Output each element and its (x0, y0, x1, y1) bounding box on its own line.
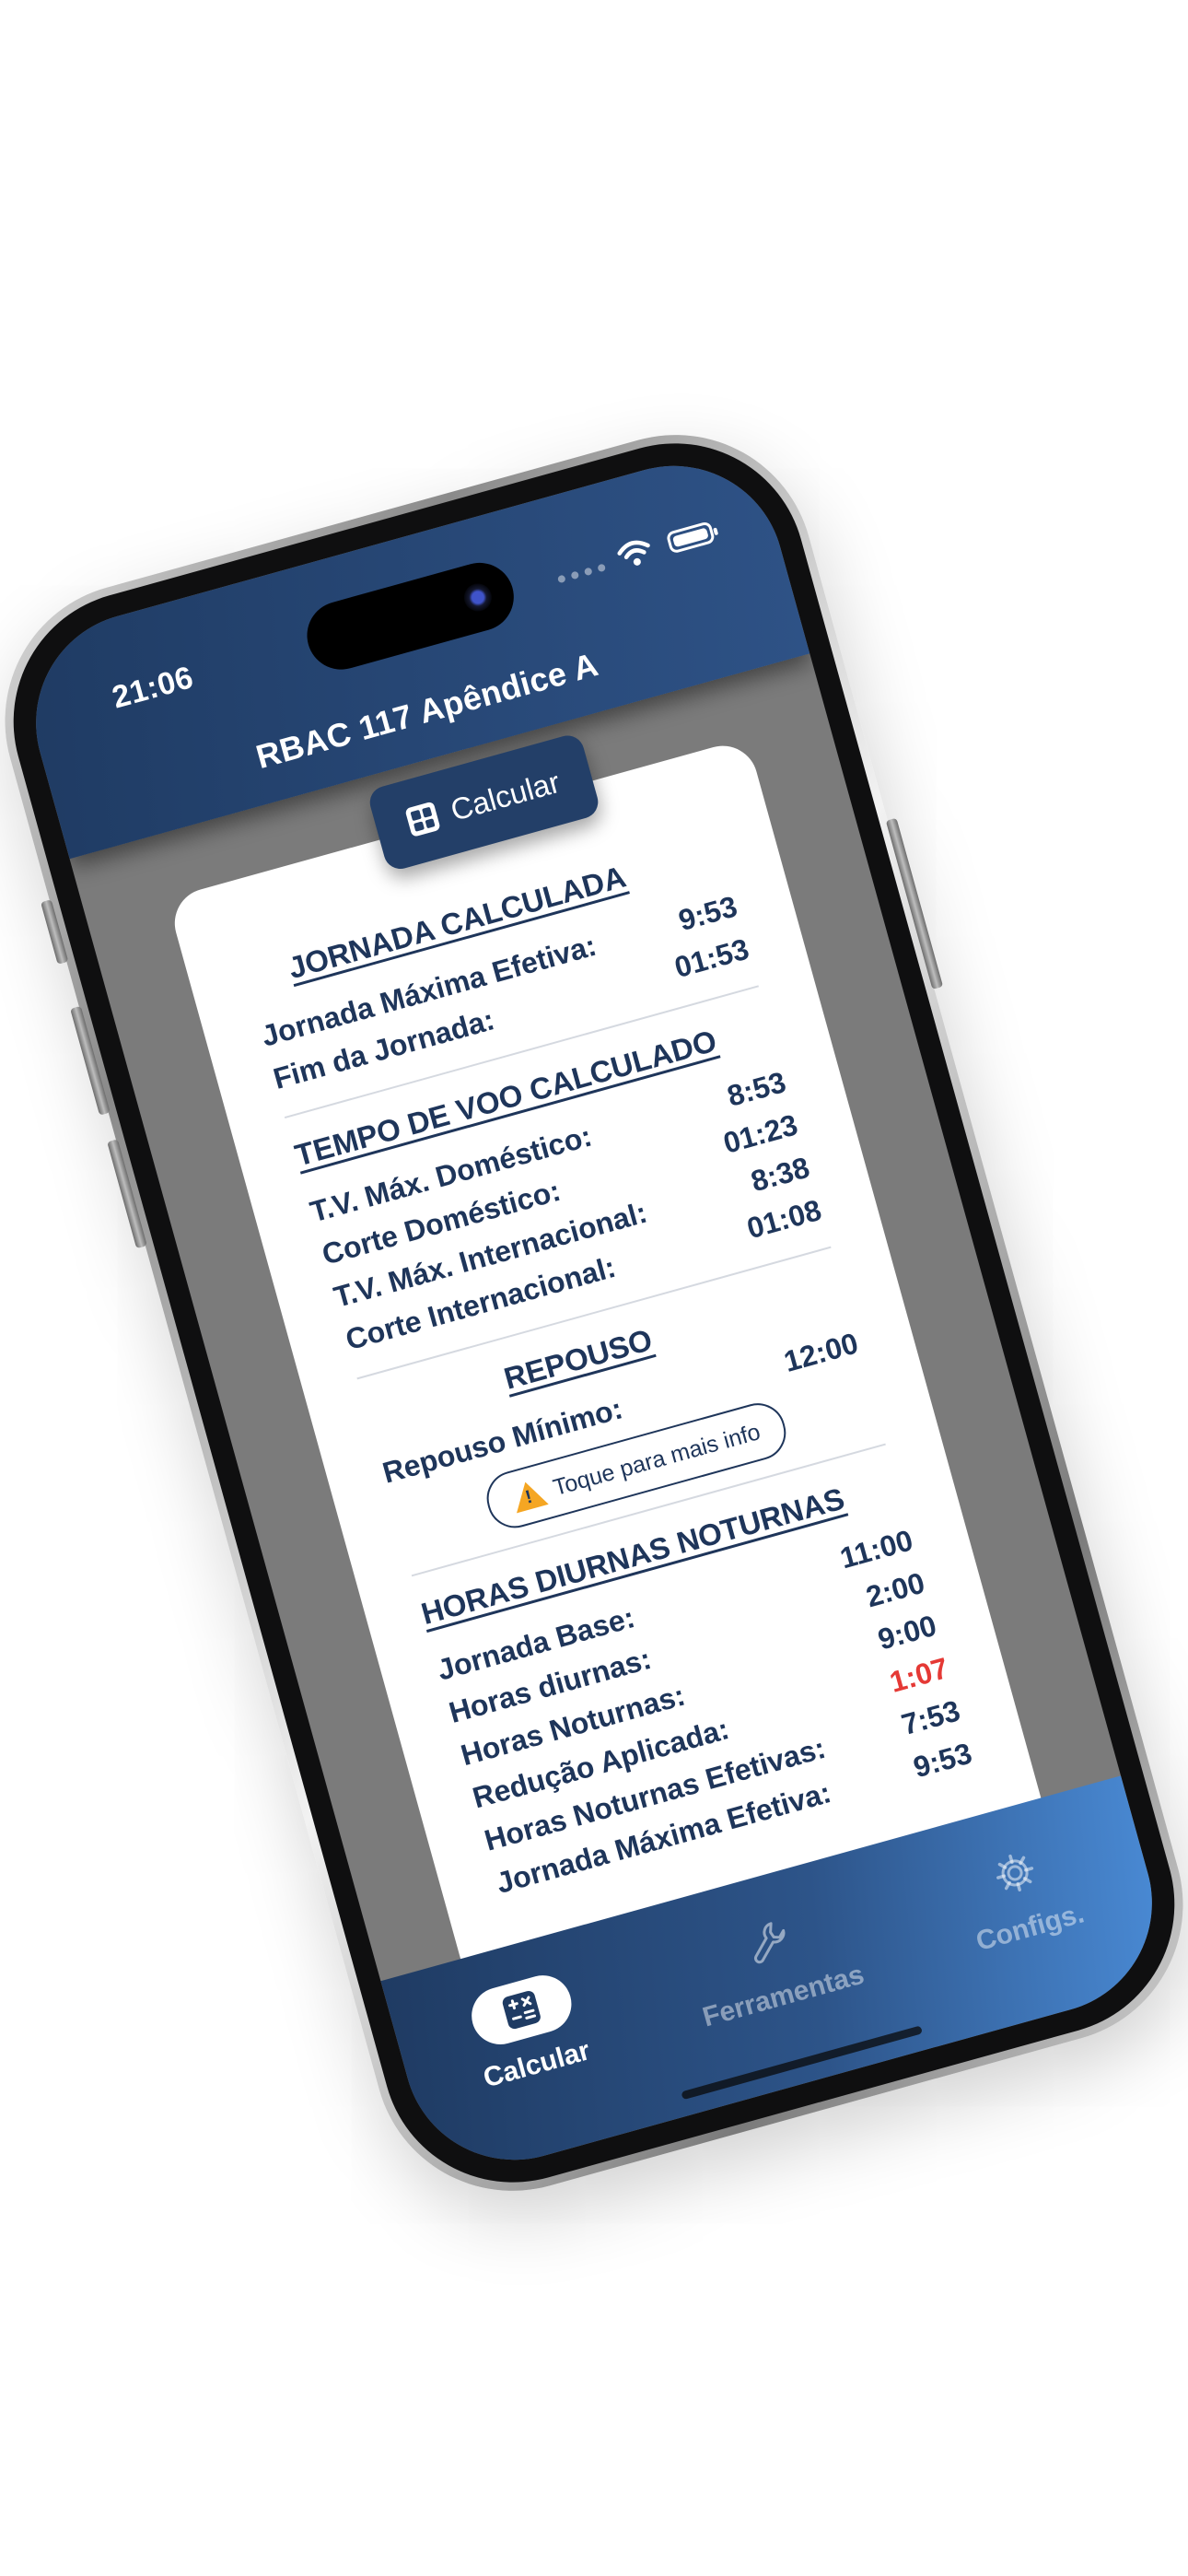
result-value: 12:00 (780, 1326, 862, 1378)
phone-mockup: 21:06 RBAC 117 Apêndice A JORNADA CALCUL… (0, 403, 1188, 2223)
calculator-icon (502, 1991, 541, 2030)
tab-calcular[interactable]: Calcular (416, 1955, 638, 2107)
wrench-icon (754, 1922, 786, 1964)
cellular-signal-icon (556, 563, 607, 584)
status-time: 21:06 (108, 660, 198, 716)
warning-icon (508, 1477, 549, 1514)
stage: 21:06 RBAC 117 Apêndice A JORNADA CALCUL… (0, 0, 1188, 2576)
calculate-button-label: Calcular (447, 764, 564, 827)
front-camera (460, 580, 495, 615)
calculator-icon (404, 801, 442, 837)
wifi-icon (617, 540, 650, 566)
dynamic-island (298, 555, 522, 678)
tab-ferramentas[interactable]: Ferramentas (663, 1887, 885, 2039)
gear-icon (996, 1854, 1034, 1892)
tab-active-indicator (465, 1968, 578, 2052)
battery-icon (665, 521, 716, 555)
tab-label: Ferramentas (699, 1959, 868, 2033)
tab-label: Configs. (973, 1898, 1088, 1958)
tab-configs[interactable]: Configs. (910, 1819, 1132, 1971)
